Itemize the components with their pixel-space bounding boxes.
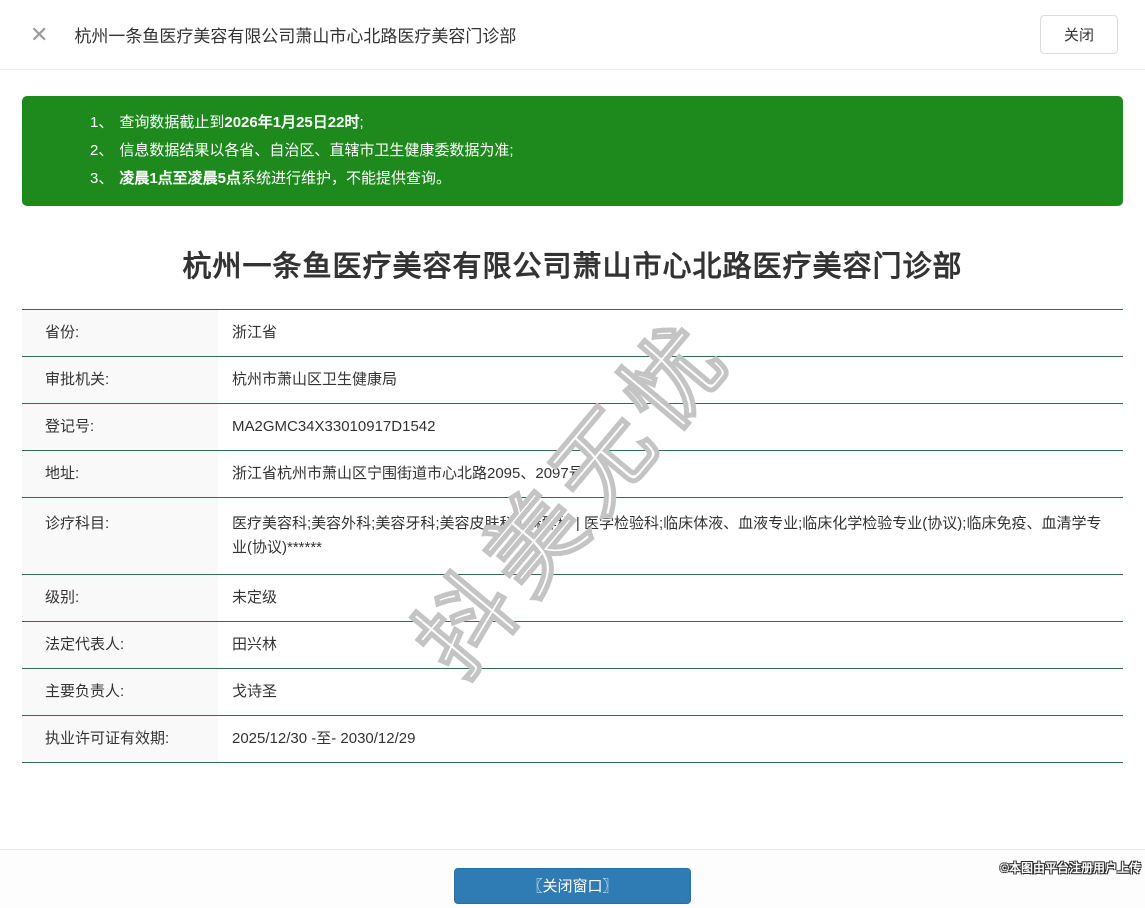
table-row-level: 级别: 未定级	[22, 574, 1123, 621]
details-table: 省份: 浙江省 审批机关: 杭州市萧山区卫生健康局 登记号: MA2GMC34X…	[22, 309, 1123, 763]
row-value: 未定级	[232, 589, 278, 606]
table-row-registration-number: 登记号: MA2GMC34X33010917D1542	[22, 403, 1123, 450]
table-row-approval-authority: 审批机关: 杭州市萧山区卫生健康局	[22, 356, 1123, 403]
table-row-address: 地址: 浙江省杭州市萧山区宁围街道市心北路2095、2097号	[22, 450, 1123, 497]
page-title: 杭州一条鱼医疗美容有限公司萧山市心北路医疗美容门诊部	[182, 251, 963, 283]
notice-line-1-bold: 2026年1月25日22时	[224, 114, 360, 131]
row-label: 地址:	[22, 451, 218, 497]
notice-line-3: 3、 凌晨1点至凌晨5点系统进行维护，不能提供查询。	[90, 165, 1103, 193]
header-close-button[interactable]: 关闭	[1039, 15, 1118, 54]
window-title: 杭州一条鱼医疗美容有限公司萧山市心北路医疗美容门诊部	[74, 27, 517, 46]
row-value: 田兴林	[232, 636, 278, 653]
table-row-legal-representative: 法定代表人: 田兴林	[22, 621, 1123, 668]
table-row-medical-subjects: 诊疗科目: 医疗美容科;美容外科;美容牙科;美容皮肤科 | 麻醉科 | 医学检验…	[22, 497, 1123, 574]
row-value: 杭州市萧山区卫生健康局	[232, 371, 398, 388]
notice-line-3-number: 3、	[90, 170, 114, 187]
notice-banner: 1、 查询数据截止到2026年1月25日22时; 2、 信息数据结果以各省、自治区、…	[22, 96, 1123, 206]
row-label: 审批机关:	[22, 357, 218, 403]
notice-line-2-number: 2、	[90, 142, 114, 159]
notice-line-1-text: 查询数据截止到	[119, 114, 225, 131]
row-label: 级别:	[22, 575, 218, 621]
row-label: 执业许可证有效期:	[22, 716, 218, 762]
row-value: 浙江省	[232, 324, 278, 341]
notice-line-1-number: 1、	[90, 114, 114, 131]
notice-line-2-text: 信息数据结果以各省、自治区、直辖市卫生健康委数据为准;	[119, 142, 514, 159]
row-value: 戈诗圣	[232, 683, 278, 700]
row-label: 诊疗科目:	[22, 498, 218, 574]
row-label: 法定代表人:	[22, 622, 218, 668]
notice-line-2: 2、 信息数据结果以各省、自治区、直辖市卫生健康委数据为准;	[90, 137, 1103, 165]
row-value: MA2GMC34X33010917D1542	[232, 418, 436, 435]
copyright-watermark: ©本图由平台注册用户上传	[1000, 861, 1141, 875]
row-label: 主要负责人:	[22, 669, 218, 715]
table-row-principal: 主要负责人: 戈诗圣	[22, 668, 1123, 715]
close-x-icon[interactable]: ✕	[30, 23, 48, 46]
row-value: 2025/12/30 -至- 2030/12/29	[232, 730, 416, 747]
notice-line-3-bold: 凌晨1点至凌晨5点	[119, 170, 242, 187]
row-value: 医疗美容科;美容外科;美容牙科;美容皮肤科 | 麻醉科 | 医学检验科;临床体液…	[232, 515, 1102, 556]
notice-line-1-tail: ;	[359, 114, 364, 131]
close-window-button[interactable]: 〖关闭窗口〗	[454, 868, 691, 904]
table-row-license-validity: 执业许可证有效期: 2025/12/30 -至- 2030/12/29	[22, 715, 1123, 762]
window-header: ✕ 杭州一条鱼医疗美容有限公司萧山市心北路医疗美容门诊部 关闭	[0, 0, 1145, 70]
notice-line-1: 1、 查询数据截止到2026年1月25日22时;	[90, 109, 1103, 137]
row-value: 浙江省杭州市萧山区宁围街道市心北路2095、2097号	[232, 465, 584, 482]
notice-line-3-tail: 系统进行维护，不能提供查询。	[241, 170, 452, 187]
row-label: 登记号:	[22, 404, 218, 450]
table-row-province: 省份: 浙江省	[22, 309, 1123, 356]
row-label: 省份:	[22, 310, 218, 356]
